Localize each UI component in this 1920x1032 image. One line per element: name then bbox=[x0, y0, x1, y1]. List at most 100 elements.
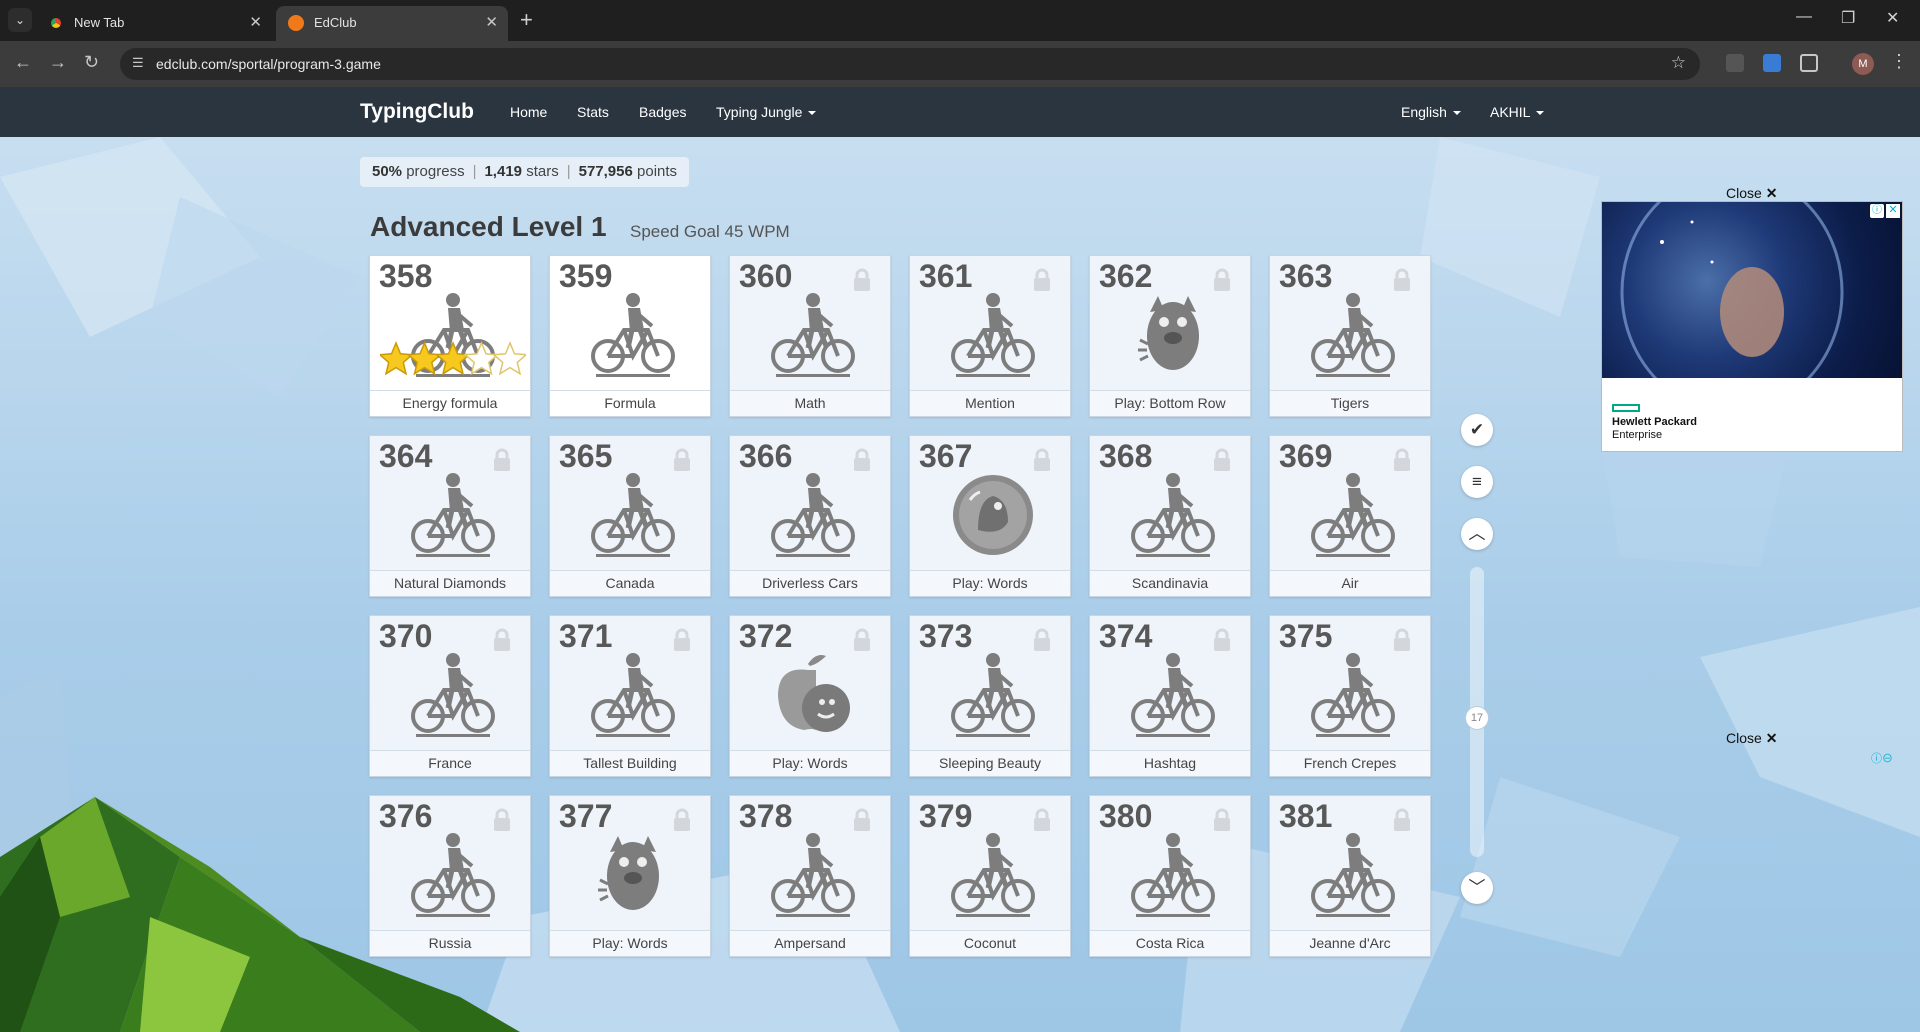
nav-badges[interactable]: Badges bbox=[639, 104, 686, 120]
lesson-card[interactable]: 369 Air bbox=[1269, 435, 1431, 597]
lesson-card[interactable]: 381 Jeanne d'Arc bbox=[1269, 795, 1431, 957]
profile-avatar[interactable]: M bbox=[1852, 53, 1874, 75]
close-icon: ✕ bbox=[1765, 185, 1778, 201]
lesson-illustration bbox=[1128, 650, 1218, 740]
scroll-position-indicator[interactable]: 17 bbox=[1465, 706, 1489, 730]
close-window-icon[interactable]: ✕ bbox=[1886, 8, 1899, 28]
browser-menu-icon[interactable]: ⋮ bbox=[1890, 51, 1908, 72]
menu-button[interactable]: ≡ bbox=[1461, 466, 1493, 498]
back-icon[interactable]: ← bbox=[14, 52, 32, 73]
bike-icon bbox=[1311, 473, 1395, 557]
lesson-illustration bbox=[1128, 290, 1218, 380]
lesson-title: Play: Words bbox=[550, 930, 710, 956]
lesson-card[interactable]: 380 Costa Rica bbox=[1089, 795, 1251, 957]
lesson-card[interactable]: 375 French Crepes bbox=[1269, 615, 1431, 777]
lesson-card[interactable]: 370 France bbox=[369, 615, 531, 777]
caret-down-icon bbox=[808, 111, 817, 116]
extension-icon[interactable] bbox=[1726, 54, 1744, 72]
lesson-card[interactable]: 371 Tallest Building bbox=[549, 615, 711, 777]
bike-icon bbox=[591, 653, 675, 737]
ad-close-icon[interactable]: ✕ bbox=[1886, 204, 1900, 218]
user-dropdown[interactable]: AKHIL bbox=[1490, 104, 1545, 120]
lesson-card[interactable]: 379 Coconut bbox=[909, 795, 1071, 957]
lesson-illustration bbox=[1308, 470, 1398, 560]
lesson-card[interactable]: 364 Natural Diamonds bbox=[369, 435, 531, 597]
tab-search-button[interactable]: ⌄ bbox=[8, 8, 32, 32]
star-rating bbox=[380, 341, 526, 376]
reload-icon[interactable]: ↻ bbox=[84, 52, 99, 73]
lesson-card[interactable]: 367 Play: Words bbox=[909, 435, 1071, 597]
lesson-title: Ampersand bbox=[730, 930, 890, 956]
close-icon: ✕ bbox=[1765, 730, 1778, 746]
forward-icon[interactable]: → bbox=[49, 52, 67, 73]
lesson-title: Costa Rica bbox=[1090, 930, 1250, 956]
minimize-icon[interactable]: — bbox=[1796, 8, 1812, 26]
close-ad-link-2[interactable]: Close ✕ bbox=[1726, 730, 1777, 747]
lesson-card[interactable]: 365 Canada bbox=[549, 435, 711, 597]
close-ad-link[interactable]: Close ✕ bbox=[1726, 185, 1777, 202]
bike-icon bbox=[411, 473, 495, 557]
lesson-card[interactable]: 363 Tigers bbox=[1269, 255, 1431, 417]
lesson-title: Mention bbox=[910, 390, 1070, 416]
brand-logo[interactable]: TypingClub bbox=[360, 100, 474, 124]
lesson-illustration bbox=[1308, 290, 1398, 380]
lesson-card[interactable]: 373 Sleeping Beauty bbox=[909, 615, 1071, 777]
lesson-card[interactable]: 374 Hashtag bbox=[1089, 615, 1251, 777]
language-label: English bbox=[1401, 104, 1447, 120]
nav-stats[interactable]: Stats bbox=[577, 104, 609, 120]
browser-tab-new-tab[interactable]: New Tab ✕ bbox=[36, 6, 272, 41]
star-icon bbox=[406, 341, 443, 376]
ad-banner[interactable]: ⓘ ✕ Hewlett Packard Enterprise bbox=[1601, 201, 1903, 452]
restore-icon[interactable]: ❐ bbox=[1841, 8, 1855, 28]
scroll-down-button[interactable]: ﹀ bbox=[1461, 872, 1493, 904]
bike-icon bbox=[1311, 293, 1395, 377]
lesson-title: Energy formula bbox=[370, 390, 530, 416]
close-tab-icon[interactable]: ✕ bbox=[249, 13, 262, 31]
browser-toolbar: ← → ↻ ☰ edclub.com/sportal/program-3.gam… bbox=[0, 41, 1920, 87]
new-tab-icon[interactable]: + bbox=[520, 7, 533, 33]
lesson-card[interactable]: 368 Scandinavia bbox=[1089, 435, 1251, 597]
nav-typing-jungle-dropdown[interactable]: Typing Jungle bbox=[716, 104, 817, 120]
address-bar[interactable]: ☰ edclub.com/sportal/program-3.game ☆ bbox=[120, 48, 1700, 80]
monster-icon bbox=[1138, 296, 1199, 370]
extensions-puzzle-icon[interactable] bbox=[1800, 54, 1818, 72]
nav-home[interactable]: Home bbox=[510, 104, 547, 120]
lesson-card[interactable]: 376 Russia bbox=[369, 795, 531, 957]
browser-tab-edclub[interactable]: EdClub ✕ bbox=[276, 6, 508, 41]
close-tab-icon[interactable]: ✕ bbox=[485, 13, 498, 31]
lesson-illustration bbox=[588, 470, 678, 560]
lesson-illustration bbox=[948, 290, 1038, 380]
lesson-grid: 358 Energy formula 359 Formula 360 Math 361 Men… bbox=[369, 255, 1433, 957]
lesson-card[interactable]: 372 Play: Words bbox=[729, 615, 891, 777]
adchoices-icon[interactable]: ⓘ⊖ bbox=[1871, 750, 1901, 765]
user-label: AKHIL bbox=[1490, 104, 1531, 120]
lesson-title: Driverless Cars bbox=[730, 570, 890, 596]
lesson-illustration bbox=[408, 650, 498, 740]
site-info-icon[interactable]: ☰ bbox=[132, 55, 144, 71]
star-icon bbox=[380, 341, 415, 376]
lesson-card[interactable]: 361 Mention bbox=[909, 255, 1071, 417]
tab-title: EdClub bbox=[314, 15, 357, 30]
bookmark-star-icon[interactable]: ☆ bbox=[1671, 53, 1686, 73]
level-title: Advanced Level 1 bbox=[370, 211, 607, 242]
caret-down-icon bbox=[1536, 111, 1545, 116]
lesson-card[interactable]: 360 Math bbox=[729, 255, 891, 417]
lesson-illustration bbox=[948, 830, 1038, 920]
stars-label: stars bbox=[526, 163, 559, 180]
lesson-illustration bbox=[768, 290, 858, 380]
lesson-title: Tallest Building bbox=[550, 750, 710, 776]
ad-info-icon[interactable]: ⓘ bbox=[1870, 204, 1884, 218]
checkmark-button[interactable]: ✔ bbox=[1461, 414, 1493, 446]
lesson-card[interactable]: 366 Driverless Cars bbox=[729, 435, 891, 597]
bike-icon bbox=[951, 293, 1035, 377]
nav-typing-jungle-label: Typing Jungle bbox=[716, 104, 803, 120]
lesson-card[interactable]: 378 Ampersand bbox=[729, 795, 891, 957]
lesson-card[interactable]: 359 Formula bbox=[549, 255, 711, 417]
language-dropdown[interactable]: English bbox=[1401, 104, 1461, 120]
lesson-card[interactable]: 377 Play: Words bbox=[549, 795, 711, 957]
lesson-card[interactable]: 362 Play: Bottom Row bbox=[1089, 255, 1251, 417]
lesson-card[interactable]: 358 Energy formula bbox=[369, 255, 531, 417]
speed-goal: Speed Goal 45 WPM bbox=[630, 222, 790, 241]
scroll-up-button[interactable]: ︿ bbox=[1461, 518, 1493, 550]
extension-icon[interactable] bbox=[1763, 54, 1781, 72]
